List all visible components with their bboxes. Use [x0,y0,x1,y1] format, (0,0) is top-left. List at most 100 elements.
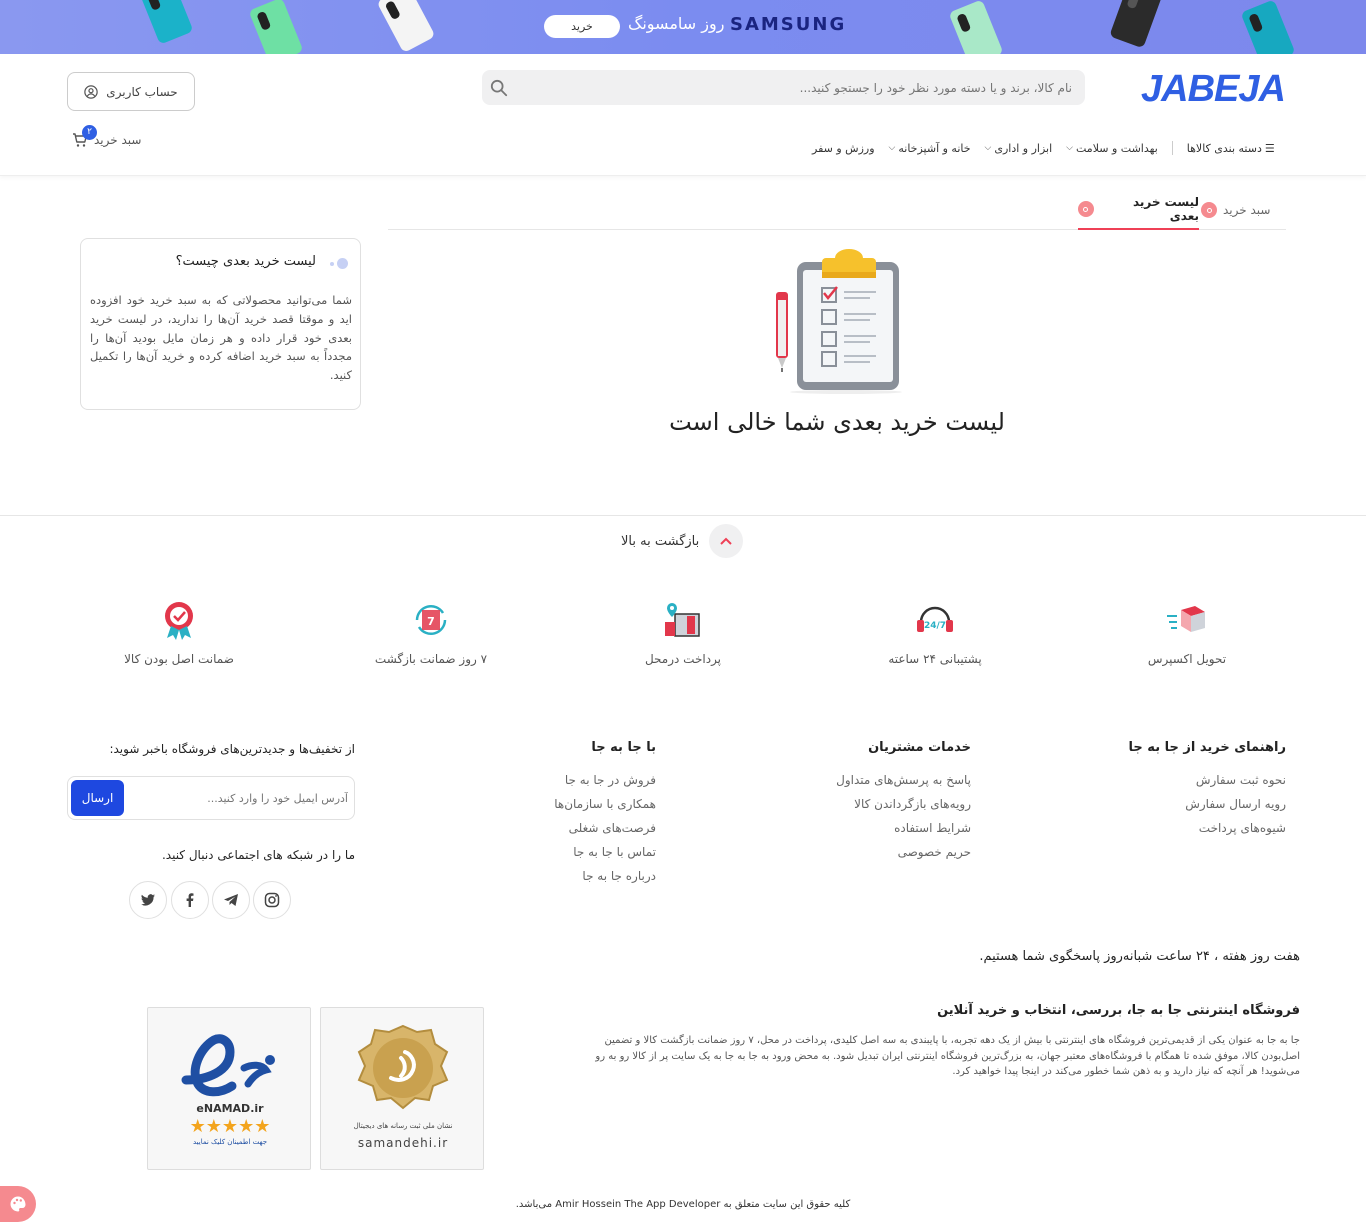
feature-label: تحویل اکسپرس [1147,652,1227,666]
footer-link[interactable]: رویه‌های بازگرداندن کالا [836,797,971,811]
phone-image [138,0,194,45]
user-icon [84,84,99,99]
express-delivery-icon [1167,606,1205,632]
support-line: هفت روز هفته ، ۲۴ ساعت شبانه‌روز پاسخگوی… [979,949,1300,964]
search-input[interactable] [522,70,1072,105]
enamad-subcaption: جهت اطمینان کلیک نمایید [192,1138,268,1146]
account-button[interactable]: حساب کاربری [67,72,195,111]
divider [0,515,1366,516]
site-logo[interactable]: JABEJA [1141,68,1286,111]
footer-column-title: با جا به جا [591,740,656,755]
svg-text:7: 7 [427,615,435,628]
footer-link[interactable]: حریم خصوصی [836,845,971,859]
svg-text:★★★★★: ★★★★★ [190,1116,271,1137]
samandehi-badge[interactable]: نشان ملی ثبت رسانه های دیجیتال samandehi… [320,1007,484,1170]
twitter-icon[interactable] [129,881,167,919]
feature-original: ضمانت اصل بودن کالا [89,598,269,666]
cash-on-delivery-icon [665,603,700,637]
feature-label: ضمانت اصل بودن کالا [124,652,234,666]
newsletter-title: از تخفیف‌ها و جدیدترین‌های فروشگاه باخبر… [109,742,355,756]
footer-column-title: خدمات مشتریان [868,740,971,755]
phone-image [248,0,304,54]
phone-image [1240,0,1296,54]
categories-label: دسته بندی کالاها [1186,141,1262,155]
footer-link[interactable]: تماس با جا به جا [554,845,656,859]
feature-express-delivery: تحویل اکسپرس [1097,598,1277,666]
nav-item-home-kitchen[interactable]: خانه و آشپزخانه ⌵ [889,142,971,155]
feature-label: پرداخت درمحل [644,652,722,666]
categories-menu[interactable]: ☰ دسته بندی کالاها [1187,142,1275,155]
nav-item-label: ورزش و سفر [812,141,875,155]
newsletter-email-input[interactable] [126,786,348,810]
info-box-body: شما می‌توانید محصولاتی که به سبد خرید خو… [90,293,352,383]
nav-item-label: ابزار و اداری [994,141,1053,155]
nav-item-tools[interactable]: ابزار و اداری ⌵ [985,142,1053,155]
footer-link[interactable]: نحوه ثبت سفارش [1129,773,1286,787]
nav-divider [1171,141,1173,155]
feature-label: پشتیبانی ۲۴ ساعته [888,652,982,666]
empty-list-clipboard-illustration [776,249,902,394]
footer-link[interactable]: درباره جا به جا [554,869,656,883]
samandehi-subcaption: نشان ملی ثبت رسانه های دیجیتال [353,1122,453,1130]
feature-label: ۷ روز ضمانت بازگشت [374,652,488,666]
phone-image [948,0,1004,54]
footer-column-about: با جا به جا فروش در جا به جا همکاری با س… [554,740,656,893]
samandehi-caption: samandehi.ir [357,1136,449,1150]
feature-return: 7 ۷ روز ضمانت بازگشت [341,598,521,666]
tab-label: لیست خرید بعدی [1132,195,1199,223]
footer-link[interactable]: فروش در جا به جا [554,773,656,787]
phone-image [1109,0,1163,49]
banner-buy-button[interactable]: خرید [544,15,620,38]
newsletter-send-button[interactable]: ارسال [71,780,124,816]
chevron-up-icon [709,524,744,558]
tab-cart[interactable]: سبد خرید [1201,190,1270,230]
main-nav: ☰ دسته بندی کالاها بهداشت و سلامت ⌵ ابزار… [812,138,1275,158]
menu-icon: ☰ [1264,141,1275,155]
footer-link[interactable]: رویه ارسال سفارش [1129,797,1286,811]
support-24-icon: 24/7 [917,606,953,632]
search-bar[interactable] [482,70,1085,105]
return-guarantee-icon: 7 [415,604,447,636]
original-guarantee-icon [165,602,193,640]
enamad-badge[interactable]: eNAMAD.ir ★★★★★ جهت اطمینان کلیک نمایید [147,1007,311,1170]
feature-cod: پرداخت درمحل [593,598,773,666]
tab-next-purchase-list[interactable]: لیست خرید بعدی [1078,190,1199,230]
back-to-top-button[interactable]: بازگشت به بالا [621,523,744,559]
cart-tabs: سبد خرید لیست خرید بعدی [388,190,1286,230]
svg-text:eNAMAD.ir: eNAMAD.ir [196,1102,264,1115]
social-title: ما را در شبکه های اجتماعی دنبال کنید. [161,848,355,862]
chevron-down-icon: ⌵ [888,143,896,153]
nav-item-health[interactable]: بهداشت و سلامت ⌵ [1066,142,1158,155]
account-label: حساب کاربری [106,84,178,99]
nav-item-sport-travel[interactable]: ورزش و سفر [812,142,875,155]
footer-link[interactable]: فرصت‌های شغلی [554,821,656,835]
instagram-icon[interactable] [253,881,291,919]
footer-column-guide: راهنمای خرید از جا به جا نحوه ثبت سفارش … [1129,740,1286,845]
banner-text: روز سامسونگ [628,14,725,33]
chevron-down-icon: ⌵ [1066,143,1073,153]
dots-icon [330,258,348,269]
theme-palette-button[interactable] [0,1186,36,1222]
facebook-icon[interactable] [171,881,209,919]
cart-label: سبد خرید [94,133,142,147]
footer-link[interactable]: شیوه‌های پرداخت [1129,821,1286,835]
phone-image [376,0,436,54]
back-to-top-label: بازگشت به بالا [621,533,700,549]
footer-link[interactable]: پاسخ به پرسش‌های متداول [836,773,971,787]
tab-count-badge [1078,201,1094,217]
telegram-icon[interactable] [212,881,250,919]
chevron-down-icon: ⌵ [984,143,992,153]
search-icon[interactable] [490,79,508,97]
banner-brand: SAMSUNG [730,14,847,35]
tab-count-badge [1201,202,1217,218]
nav-item-label: بهداشت و سلامت [1076,141,1158,155]
nav-item-label: خانه و آشپزخانه [898,141,971,155]
footer-column-title: راهنمای خرید از جا به جا [1128,740,1286,755]
cart-count-badge: ۲ [82,125,97,140]
footer-column-services: خدمات مشتریان پاسخ به پرسش‌های متداول رو… [836,740,971,869]
tab-label: سبد خرید [1223,203,1271,217]
footer-link[interactable]: شرایط استفاده [836,821,971,835]
enamad-logo: eNAMAD.ir ★★★★★ [181,1034,275,1137]
svg-text:24/7: 24/7 [924,621,946,631]
footer-link[interactable]: همکاری با سازمان‌ها [554,797,656,811]
